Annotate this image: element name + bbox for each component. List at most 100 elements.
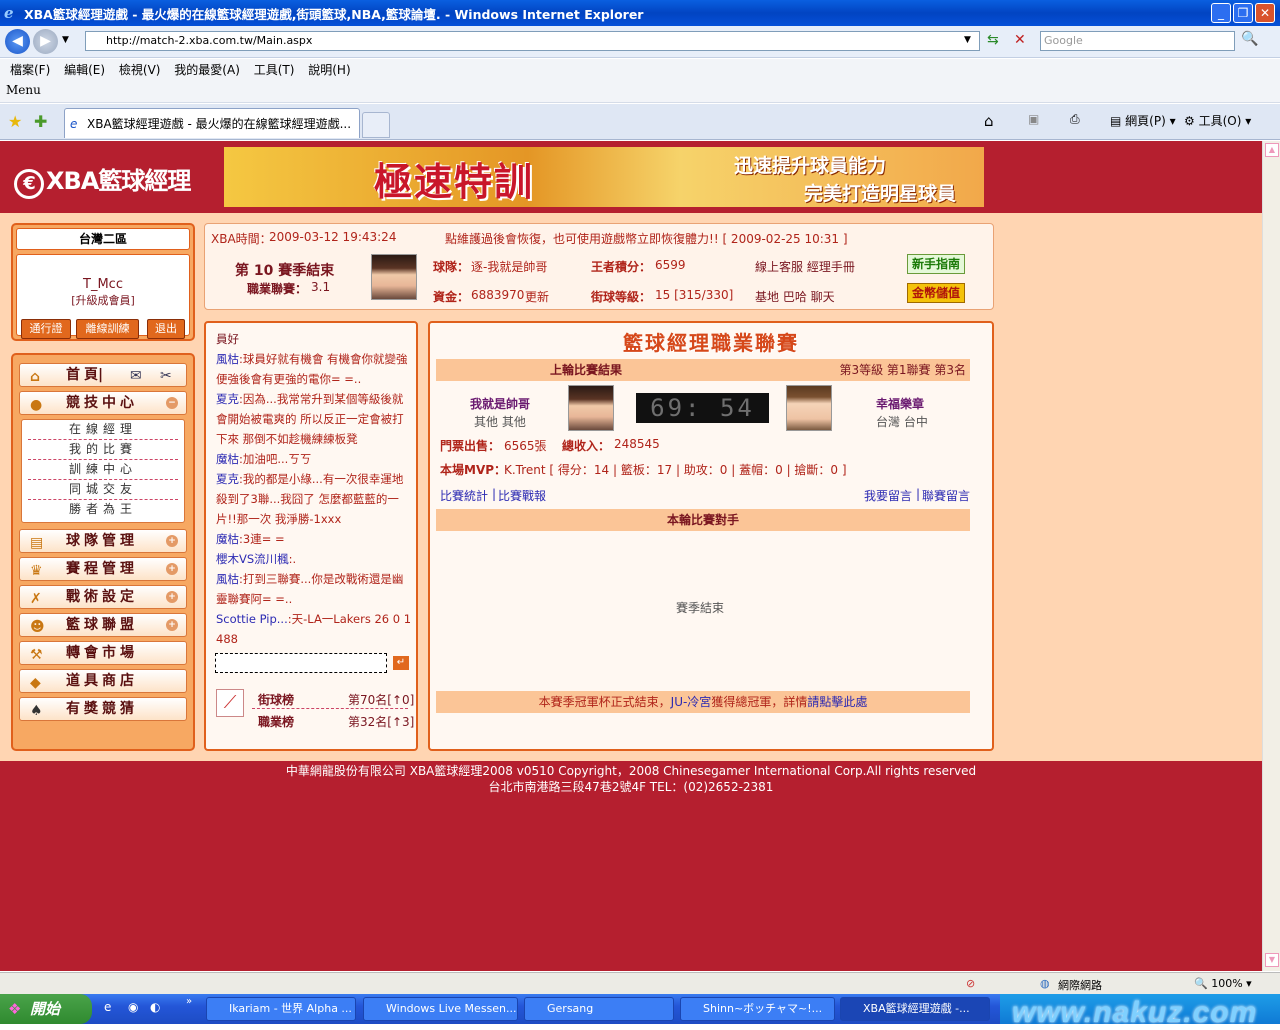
vertical-scrollbar[interactable]: ▲ ▼ <box>1262 141 1280 971</box>
window-title-bar[interactable]: e XBA籃球經理遊戲 - 最火爆的在線籃球經理遊戲,街頭籃球,NBA,籃球論壇… <box>0 0 1280 26</box>
expand-icon[interactable]: + <box>166 619 178 631</box>
nav-transfer[interactable]: ⚒ 轉會市場 <box>19 641 187 665</box>
watermark-text: www.nakuz.com <box>1012 996 1258 1029</box>
quicklaunch-ie-icon[interactable]: e <box>104 1000 111 1014</box>
zoom-level[interactable]: 🔍 100% ▾ <box>1194 977 1252 990</box>
stats-link[interactable]: 比賽統計 <box>440 487 488 504</box>
help-links[interactable]: 線上客服 經理手冊 <box>755 258 855 275</box>
user-name[interactable]: T_Mcc <box>17 277 189 292</box>
quicklaunch-app-icon[interactable]: ◐ <box>150 1000 160 1014</box>
away-team[interactable]: 幸福樂章 <box>876 395 924 412</box>
subnav-winner[interactable]: 勝者為王 <box>28 500 178 520</box>
task-gersang[interactable]: Gersang <box>524 997 674 1021</box>
history-dropdown-icon[interactable]: ▼ <box>62 35 69 45</box>
home-avatar[interactable] <box>568 385 614 431</box>
rank1-label[interactable]: 街球榜 <box>258 691 294 708</box>
maximize-button[interactable]: ❐ <box>1233 3 1253 23</box>
promo-banner[interactable]: 極速特訓 迅速提升球員能力 完美打造明星球員 <box>224 147 984 207</box>
mail-icon[interactable]: ✉ <box>130 365 142 387</box>
user-panel: 台灣二區 T_Mcc [升級成會員] 通行證 離線訓練 退出 <box>11 223 195 341</box>
nav-shop[interactable]: ◆ 道具商店 <box>19 669 187 693</box>
menu-file[interactable]: 檔案(F) <box>10 59 50 81</box>
subnav-training[interactable]: 訓練中心 <box>28 460 178 480</box>
subnav-online-manager[interactable]: 在線經理 <box>28 420 178 440</box>
tab-active[interactable]: e XBA籃球經理遊戲 - 最火爆的在線籃球經理遊戲... <box>64 108 360 138</box>
menu-help[interactable]: 說明(H) <box>308 59 350 81</box>
community-links[interactable]: 基地 巴哈 聊天 <box>755 288 835 305</box>
coin-topup-button[interactable]: 金幣儲值 <box>907 283 965 303</box>
minimize-button[interactable]: _ <box>1211 3 1231 23</box>
scroll-up-arrow-icon[interactable]: ▲ <box>1265 143 1279 157</box>
nav-panel: ⌂ 首頁 | ✉ ✂ ● 競技中心 − 在線經理 我的比賽 訓練中心 同城交友 … <box>11 353 195 751</box>
address-input[interactable]: http://match-2.xba.com.tw/Main.aspx <box>85 31 980 51</box>
quicklaunch-media-icon[interactable]: ◉ <box>128 1000 138 1014</box>
scroll-down-arrow-icon[interactable]: ▼ <box>1265 953 1279 967</box>
league-message-link[interactable]: 聯賽留言 <box>922 487 970 504</box>
chat-input[interactable] <box>215 653 387 673</box>
stop-icon[interactable]: ✕ <box>1014 32 1026 48</box>
user-rank[interactable]: [升級成會員] <box>17 292 189 308</box>
refresh-icon[interactable]: ⇆ <box>987 32 999 48</box>
update-link[interactable]: 更新 <box>525 288 549 305</box>
tools-menu[interactable]: ⚙ 工具(O) ▾ <box>1184 112 1251 129</box>
add-favorite-icon[interactable]: ✚ <box>34 112 47 131</box>
quicklaunch-more-icon[interactable]: » <box>186 996 192 1007</box>
passport-button[interactable]: 通行證 <box>21 319 71 339</box>
protected-mode-icon[interactable]: ⊘ <box>966 977 975 990</box>
site-logo[interactable]: € XBA籃球經理 <box>14 161 191 199</box>
details-link[interactable]: 請點擊此處 <box>807 695 867 709</box>
menu-favorites[interactable]: 我的最愛(A) <box>174 59 240 81</box>
task-messenger[interactable]: Windows Live Messen... <box>363 997 518 1021</box>
leave-message-link[interactable]: 我要留言 <box>864 487 912 504</box>
expand-icon[interactable]: + <box>166 591 178 603</box>
back-button[interactable]: ◀ <box>5 29 30 54</box>
collapse-icon[interactable]: − <box>166 397 178 409</box>
expand-icon[interactable]: + <box>166 535 178 547</box>
new-tab-button[interactable] <box>362 112 390 138</box>
nav-tactics[interactable]: ✗ 戰術設定 + <box>19 585 187 609</box>
close-button[interactable]: ✕ <box>1255 3 1275 23</box>
menu-edit[interactable]: 編輯(E) <box>64 59 105 81</box>
nav-home[interactable]: ⌂ 首頁 | ✉ ✂ <box>19 363 187 387</box>
search-icon[interactable]: 🔍 <box>1241 31 1258 47</box>
send-icon[interactable]: ↵ <box>393 656 409 670</box>
newbie-guide-button[interactable]: 新手指南 <box>907 254 965 274</box>
rank2-label[interactable]: 職業榜 <box>258 713 294 730</box>
task-xba-active[interactable]: XBA籃球經理遊戲 -... <box>840 997 990 1021</box>
rank1-value: 第70名[↑0] <box>348 693 415 707</box>
champion-team[interactable]: JU-冷宮 <box>671 695 712 709</box>
nav-league[interactable]: ☻ 籃球聯盟 + <box>19 613 187 637</box>
subnav-my-matches[interactable]: 我的比賽 <box>28 440 178 460</box>
menu-bar: 檔案(F) 編輯(E) 檢視(V) 我的最愛(A) 工具(T) 說明(H) Me… <box>0 59 1280 103</box>
start-button[interactable]: ❖ 開始 <box>0 994 92 1024</box>
menu-view[interactable]: 檢視(V) <box>119 59 161 81</box>
home-team[interactable]: 我就是帥哥 <box>470 395 530 412</box>
subnav-friends[interactable]: 同城交友 <box>28 480 178 500</box>
favorites-star-icon[interactable]: ★ <box>8 112 22 131</box>
nav-team[interactable]: ▤ 球隊管理 + <box>19 529 187 553</box>
print-icon[interactable]: ⎙ <box>1070 112 1080 127</box>
task-ikariam[interactable]: Ikariam - 世界 Alpha ... <box>206 997 356 1021</box>
menu-tools[interactable]: 工具(T) <box>254 59 295 81</box>
page-menu[interactable]: ▤ 網頁(P) ▾ <box>1110 112 1176 129</box>
nav-lottery[interactable]: ♠ 有獎競猜 <box>19 697 187 721</box>
logout-button[interactable]: 退出 <box>147 319 185 339</box>
chart-icon: ⟋ <box>216 689 244 717</box>
feeds-icon[interactable]: ▣ <box>1028 112 1039 126</box>
report-link[interactable]: 比賽戰報 <box>498 487 546 504</box>
home-icon[interactable]: ⌂ <box>984 112 994 130</box>
forward-button[interactable]: ▶ <box>33 29 58 54</box>
search-input[interactable]: Google <box>1040 31 1235 51</box>
notice-text[interactable]: 點維護過後會恢復，也可使用遊戲幣立即恢復體力!! [ 2009-02-25 10… <box>445 230 848 247</box>
manager-avatar[interactable] <box>371 254 417 300</box>
away-avatar[interactable] <box>786 385 832 431</box>
offline-training-button[interactable]: 離線訓練 <box>76 319 139 339</box>
address-dropdown-icon[interactable]: ▼ <box>964 35 971 45</box>
tools-icon[interactable]: ✂ <box>160 365 172 387</box>
nav-competition[interactable]: ● 競技中心 − <box>19 391 187 415</box>
tactics-icon: ✗ <box>30 591 42 607</box>
nav-schedule[interactable]: ♛ 賽程管理 + <box>19 557 187 581</box>
task-shinn[interactable]: Shinn~ボッチャマ~!... <box>680 997 835 1021</box>
expand-icon[interactable]: + <box>166 563 178 575</box>
zone-label: 網際網路 <box>1058 979 1102 992</box>
